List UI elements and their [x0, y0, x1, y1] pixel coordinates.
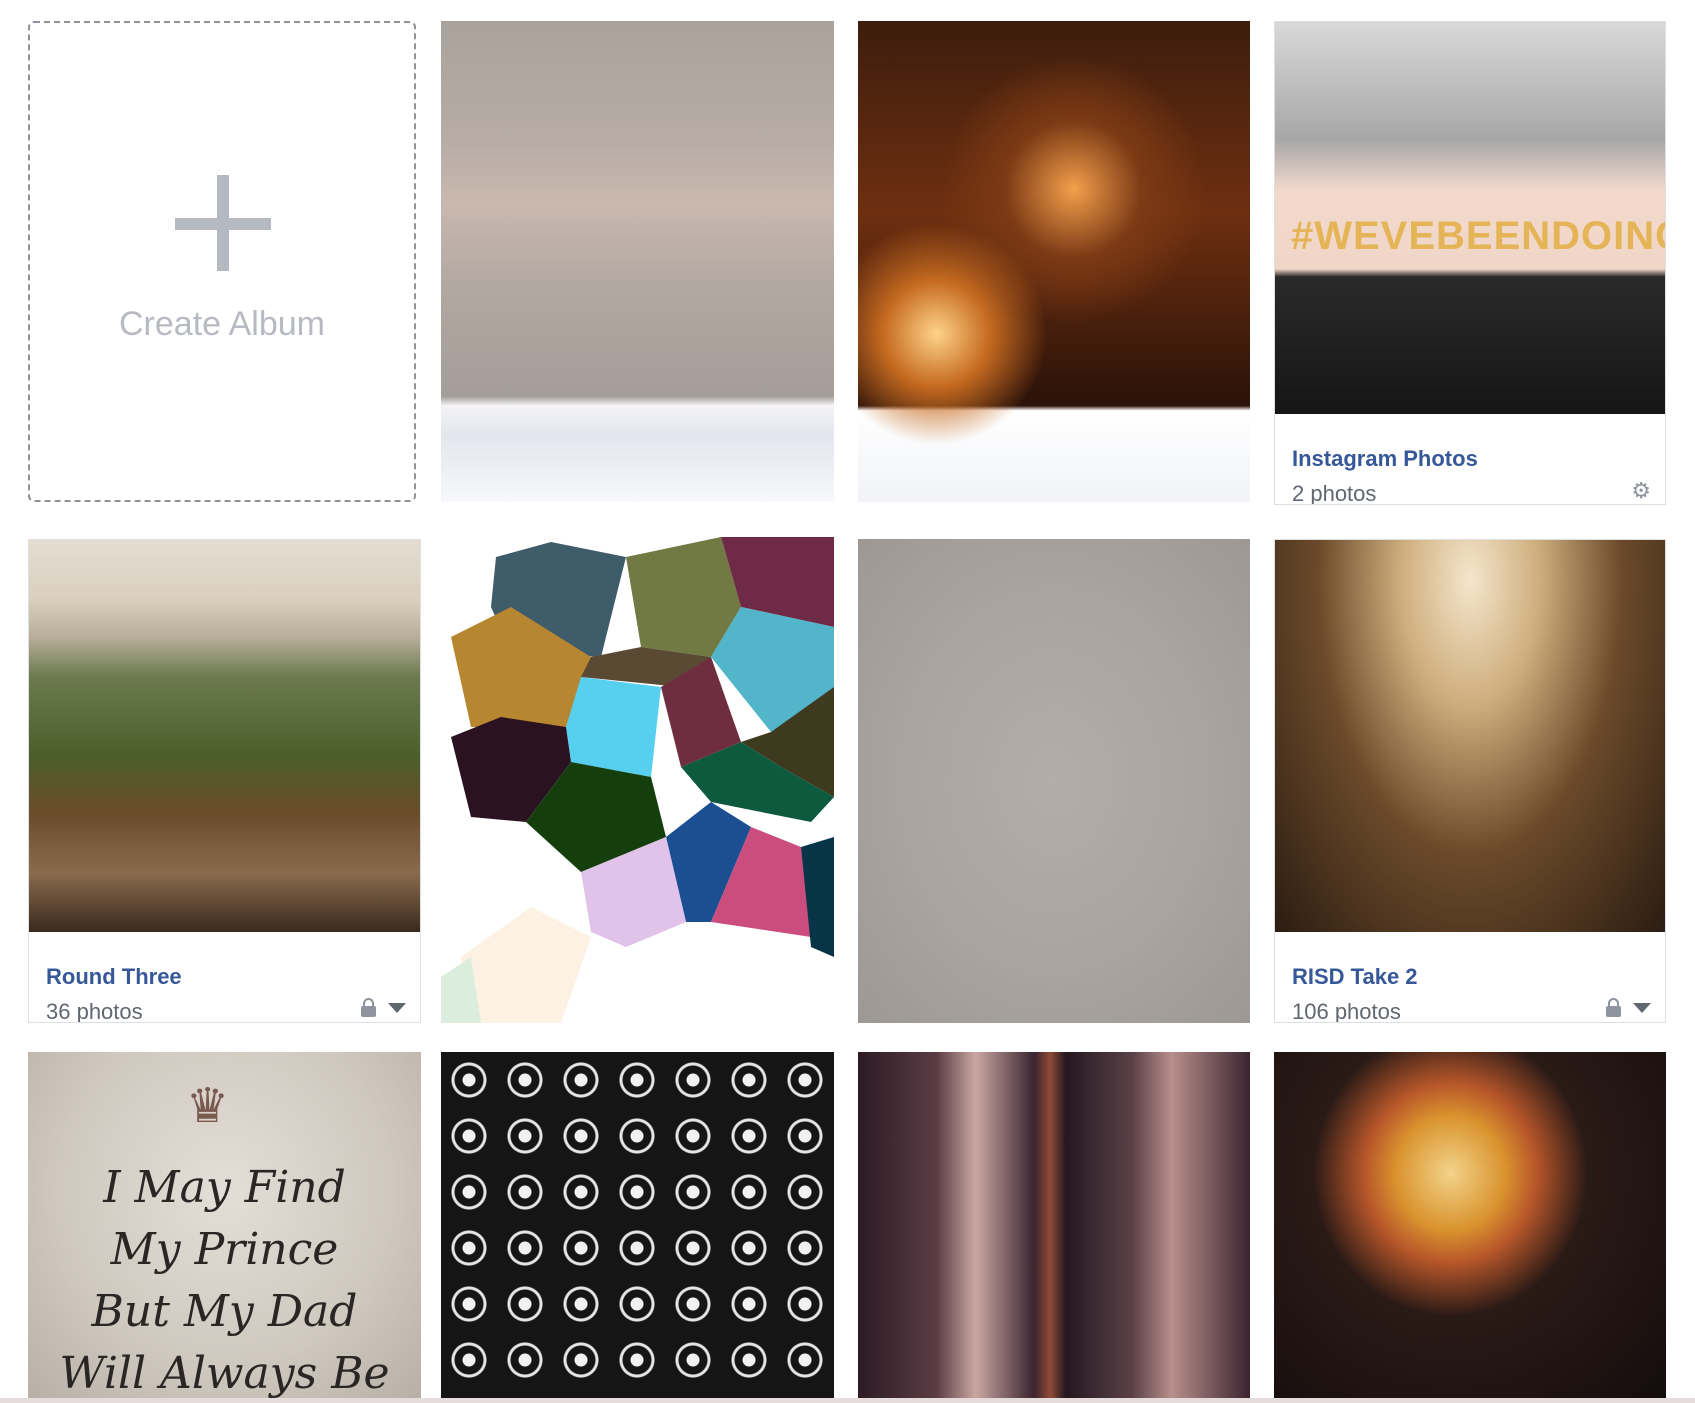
album-cover-pattern[interactable]: [441, 1052, 834, 1398]
album-cover-image: [1275, 540, 1665, 932]
quote-line: Will Always Be: [59, 1348, 390, 1398]
crown-icon: ♛: [186, 1080, 230, 1133]
album-cover-image: #WEVEBEENDOINGIT: [1275, 22, 1665, 414]
album-cover-photobooth[interactable]: [858, 1052, 1250, 1398]
album-cover-gray[interactable]: [858, 539, 1250, 1023]
cover-hashtag: #WEVEBEENDOINGIT: [1291, 214, 1665, 258]
gear-icon[interactable]: ⚙: [1631, 480, 1651, 502]
quote-line: But My Dad: [91, 1286, 358, 1337]
album-cover-quote[interactable]: ♛ I May Find My Prince But My Dad Will A…: [28, 1052, 421, 1398]
album-cover-image: [858, 539, 1250, 1023]
quote-line: My Prince: [110, 1224, 339, 1275]
chevron-down-icon[interactable]: [1633, 1002, 1651, 1013]
album-cover-image: [441, 537, 834, 1023]
album-card-instagram[interactable]: #WEVEBEENDOINGIT Instagram Photos 2 phot…: [1274, 21, 1666, 505]
album-cover-image: [29, 540, 420, 932]
album-card-risd[interactable]: RISD Take 2 106 photos: [1274, 539, 1666, 1023]
photo-count: 36 photos: [46, 999, 143, 1023]
album-cover-image: [1274, 1052, 1666, 1398]
album-cover-image: ♛ I May Find My Prince But My Dad Will A…: [28, 1052, 421, 1398]
album-cover-fire[interactable]: [858, 21, 1250, 502]
album-cover-voronoi[interactable]: [441, 537, 834, 1023]
album-cover-image: [858, 21, 1250, 502]
page-bottom-divider: [0, 1398, 1695, 1403]
album-cover-image: [858, 1052, 1250, 1398]
lock-icon: [1606, 998, 1621, 1017]
album-title[interactable]: Round Three: [46, 964, 182, 990]
album-title[interactable]: Instagram Photos: [1292, 446, 1478, 472]
create-album-button[interactable]: Create Album: [28, 21, 416, 502]
photo-count: 2 photos: [1292, 481, 1377, 505]
lock-icon: [361, 998, 376, 1017]
album-cover-image: [441, 1052, 834, 1398]
photo-count: 106 photos: [1292, 999, 1401, 1023]
album-card-round-three[interactable]: Round Three 36 photos: [28, 539, 421, 1023]
quote-line: I May Find: [103, 1162, 346, 1213]
chevron-down-icon[interactable]: [388, 1002, 406, 1013]
create-album-label: Create Album: [119, 305, 325, 343]
album-title[interactable]: RISD Take 2: [1292, 964, 1418, 990]
album-cover-image: [441, 21, 834, 502]
album-cover-blurred[interactable]: [441, 21, 834, 502]
album-cover-pizza[interactable]: [1274, 1052, 1666, 1398]
